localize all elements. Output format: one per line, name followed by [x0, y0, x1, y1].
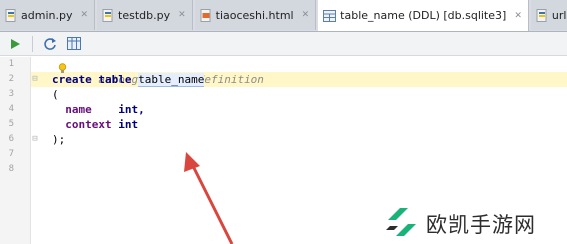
run-icon[interactable]: [6, 35, 24, 53]
column-type: int,: [118, 103, 145, 116]
code-line-6: );: [52, 133, 66, 146]
annotation-arrow: [184, 152, 234, 244]
line-number: 7: [8, 149, 14, 159]
python-file-icon: [536, 8, 548, 22]
python-file-icon: [5, 8, 17, 22]
column-name: name: [65, 103, 92, 116]
tab-table-name-ddl[interactable]: table_name (DDL) [db.sqlite3] ✕: [318, 0, 529, 31]
line-number: 6: [8, 134, 14, 144]
tab-label: table_name (DDL) [db.sqlite3]: [340, 9, 507, 22]
tab-label: tiaoceshi.html: [215, 8, 294, 22]
table-view-icon[interactable]: [65, 35, 83, 53]
table-ddl-icon: [323, 9, 337, 22]
line-number: 1: [8, 59, 14, 69]
sql-keyword-create-table: create table: [52, 73, 139, 86]
code-line-4: name int,: [52, 102, 145, 117]
tab-label: testdb.py: [118, 8, 171, 22]
close-icon[interactable]: ✕: [302, 10, 310, 20]
html-file-icon: [200, 8, 212, 22]
line-number: 8: [8, 164, 14, 174]
code-line-3: (: [52, 88, 59, 101]
column-name: context: [65, 118, 112, 131]
python-file-icon: [102, 8, 114, 22]
tab-tiaoceshi-html[interactable]: tiaoceshi.html ✕: [194, 0, 317, 30]
fold-marker-icon[interactable]: ⊟: [30, 72, 40, 87]
toolbar-divider: [32, 35, 33, 52]
code-line-1: -- auto-generated definition: [52, 57, 264, 86]
code-line-2: create table table_name: [52, 72, 205, 87]
line-number: 5: [8, 119, 14, 129]
fold-marker-icon[interactable]: ⊟: [30, 132, 40, 147]
line-number: 3: [8, 89, 14, 99]
line-number: 2: [8, 74, 14, 84]
tab-urls-py[interactable]: urls.p: [530, 0, 567, 30]
code-line-5: context int: [52, 117, 138, 132]
watermark: 欧凯手游网: [384, 206, 536, 242]
watermark-text: 欧凯手游网: [426, 213, 536, 237]
tab-label: urls.p: [551, 8, 567, 22]
editor-tab-bar: admin.py ✕ testdb.py ✕ tiaoceshi.html ✕ …: [0, 0, 567, 32]
close-icon[interactable]: ✕: [80, 10, 88, 20]
close-icon[interactable]: ✕: [178, 10, 186, 20]
line-number: 4: [8, 104, 14, 114]
close-icon[interactable]: ✕: [514, 11, 522, 21]
tab-admin-py[interactable]: admin.py ✕: [0, 0, 96, 30]
tab-testdb-py[interactable]: testdb.py ✕: [97, 0, 193, 30]
tab-label: admin.py: [21, 8, 73, 22]
editor-toolbar: [0, 32, 567, 56]
column-type: int: [118, 118, 139, 131]
watermark-logo-icon: [384, 206, 420, 242]
table-name-identifier[interactable]: table_name: [138, 73, 205, 87]
refresh-icon[interactable]: [41, 35, 59, 53]
